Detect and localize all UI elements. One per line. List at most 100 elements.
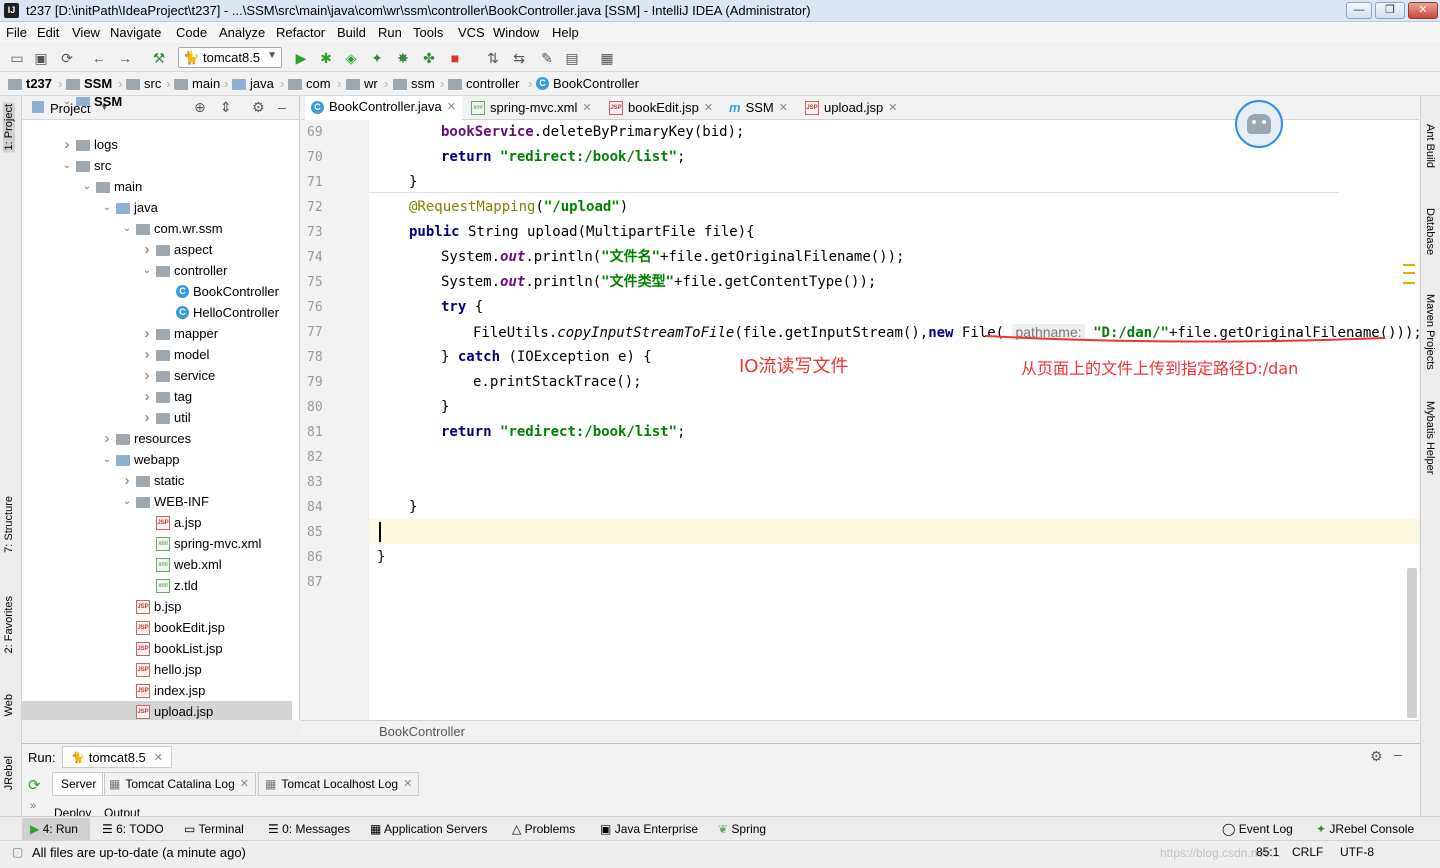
back-icon[interactable]: ←	[90, 49, 108, 67]
crumb-main[interactable]: main	[174, 76, 220, 91]
crumb-com[interactable]: com	[288, 76, 331, 91]
crumb-t237[interactable]: t237	[8, 76, 52, 91]
favorites-tool-tab[interactable]: 2: Favorites	[3, 596, 15, 653]
chevron-down-icon[interactable]: ⌄	[102, 449, 112, 470]
tree-item-webapp[interactable]: ⌄ webapp	[102, 449, 180, 470]
chevron-right-icon[interactable]: ›	[142, 323, 152, 344]
tool-spring[interactable]: ❦ Spring	[718, 822, 766, 836]
warning-marker[interactable]	[1403, 264, 1415, 266]
code-line[interactable]: System.out.println("文件名"+file.getOrigina…	[441, 245, 904, 270]
line-separator[interactable]: CRLF	[1292, 845, 1323, 859]
tab-localhost-log[interactable]: ▦ Tomcat Localhost Log ✕	[258, 772, 420, 796]
tree-item-bookedit-jsp[interactable]: JSP bookEdit.jsp	[122, 617, 225, 638]
tree-item-tag[interactable]: › tag	[142, 386, 193, 407]
crumb-java[interactable]: java	[232, 76, 274, 91]
tree-item-mapper[interactable]: › mapper	[142, 323, 219, 344]
code-line[interactable]: return "redirect:/book/list";	[441, 145, 685, 170]
code-line[interactable]: bookService.deleteByPrimaryKey(bid);	[441, 120, 744, 145]
gear-icon[interactable]: ⚙	[252, 99, 265, 116]
code-line[interactable]: }	[377, 545, 385, 570]
chevron-right-icon[interactable]: ›	[142, 407, 152, 428]
expand-icon[interactable]: »	[30, 800, 36, 812]
editor-scrollbar[interactable]	[1407, 568, 1417, 718]
coverage-icon[interactable]: ◈	[342, 49, 360, 67]
menu-vcs[interactable]: VCS	[458, 25, 485, 40]
tool-jrebel-console[interactable]: ✦ JRebel Console	[1316, 822, 1414, 836]
mybatis-helper-tool-tab[interactable]: Mybatis Helper	[1424, 401, 1436, 474]
code-line[interactable]: } catch (IOException e) {	[441, 345, 652, 370]
menu-navigate[interactable]: Navigate	[110, 25, 161, 40]
tree-item-index-jsp[interactable]: JSP index.jsp	[122, 680, 205, 701]
code-line[interactable]: System.out.println("文件类型"+file.getConten…	[441, 270, 876, 295]
tree-item-util[interactable]: › util	[142, 407, 191, 428]
tab-server[interactable]: Server	[52, 772, 106, 796]
build-hammer-icon[interactable]: ⚒	[150, 49, 168, 67]
tool-run[interactable]: ▶ 4: Run	[30, 822, 78, 836]
close-tab-icon[interactable]: ✕	[447, 95, 456, 119]
tree-item-a-jsp[interactable]: JSP a.jsp	[142, 512, 201, 533]
gear-icon[interactable]: ⚙	[1370, 748, 1383, 765]
code-line[interactable]: }	[409, 495, 417, 520]
tool-java-enterprise[interactable]: ▣ Java Enterprise	[600, 822, 698, 836]
chevron-right-icon[interactable]: ›	[142, 365, 152, 386]
settings-wrench-icon[interactable]: ✎	[538, 49, 556, 67]
close-tab-icon[interactable]: ✕	[582, 96, 591, 120]
code-line[interactable]: e.printStackTrace();	[473, 370, 642, 395]
close-tab-icon[interactable]: ✕	[403, 773, 412, 795]
tree-item-z-tld[interactable]: xml z.tld	[142, 575, 198, 596]
chevron-down-icon[interactable]: ⌄	[122, 218, 132, 239]
code-line[interactable]: }	[441, 395, 449, 420]
tool-event-log[interactable]: ◯ Event Log	[1222, 822, 1293, 836]
code-line[interactable]: try {	[441, 295, 483, 320]
crumb-ssm-pkg[interactable]: ssm	[393, 76, 435, 91]
menu-refactor[interactable]: Refactor	[276, 25, 325, 40]
close-button[interactable]: ✕	[1408, 2, 1438, 19]
tree-item-resources[interactable]: › resources	[102, 428, 192, 449]
tree-item-controller[interactable]: ⌄ controller	[142, 260, 228, 281]
chevron-right-icon[interactable]: ›	[142, 239, 152, 260]
avatar[interactable]	[1235, 100, 1283, 148]
tree-item-static[interactable]: › static	[122, 470, 185, 491]
tab-bookedit[interactable]: JSP bookEdit.jsp ✕	[603, 96, 719, 120]
chevron-right-icon[interactable]: ›	[102, 428, 112, 449]
hide-icon[interactable]: –	[278, 99, 286, 115]
tree-item-main[interactable]: ⌄ main	[82, 176, 142, 197]
menu-window[interactable]: Window	[493, 25, 539, 40]
menu-file[interactable]: File	[6, 25, 27, 40]
tree-item-ssm[interactable]: ⌄ SSM	[62, 96, 122, 106]
update-icon[interactable]: ✤	[420, 49, 438, 67]
tree-item-model[interactable]: › model	[142, 344, 210, 365]
tab-bookcontroller[interactable]: C BookController.java ✕	[305, 96, 462, 120]
tree-item-b-jsp[interactable]: JSP b.jsp	[122, 596, 181, 617]
jrebel-run-icon[interactable]: ✦	[368, 49, 386, 67]
tree-item-service[interactable]: › service	[142, 365, 216, 386]
warning-marker[interactable]	[1403, 272, 1415, 274]
tree-item-upload-jsp[interactable]: JSP upload.jsp	[22, 701, 292, 720]
status-icon[interactable]: ▢	[12, 845, 23, 859]
tree-item-hello-jsp[interactable]: JSP hello.jsp	[122, 659, 202, 680]
menu-edit[interactable]: Edit	[37, 25, 59, 40]
hide-icon[interactable]: –	[1394, 746, 1402, 762]
tree-item-booklist-jsp[interactable]: JSP bookList.jsp	[122, 638, 223, 659]
caret-position[interactable]: 85:1	[1256, 845, 1279, 859]
tool-problems[interactable]: △ Problems	[512, 822, 575, 836]
chevron-down-icon[interactable]: ⌄	[62, 96, 72, 106]
tab-ssm[interactable]: m SSM ✕	[723, 96, 794, 120]
close-tab-icon[interactable]: ✕	[240, 773, 249, 795]
tree-item-web-xml[interactable]: xml web.xml	[142, 554, 222, 575]
close-tab-icon[interactable]: ✕	[888, 96, 897, 120]
chevron-right-icon[interactable]: ›	[122, 470, 132, 491]
database-tool-tab[interactable]: Database	[1424, 208, 1436, 255]
tool-messages[interactable]: ☰ 0: Messages	[268, 822, 350, 836]
file-encoding[interactable]: UTF-8	[1340, 845, 1374, 859]
open-folder-icon[interactable]: ▭	[8, 49, 26, 67]
maven-projects-tool-tab[interactable]: Maven Projects	[1424, 294, 1436, 370]
close-tab-icon[interactable]: ✕	[704, 96, 713, 120]
menu-build[interactable]: Build	[337, 25, 366, 40]
collapse-icon[interactable]: ⇕	[220, 99, 232, 116]
tree-item-com-wr-ssm[interactable]: ⌄ com.wr.ssm	[122, 218, 223, 239]
tree-item-bookcontroller[interactable]: C BookController	[162, 281, 279, 302]
jrebel-tool-tab[interactable]: JRebel	[3, 756, 15, 790]
code-line[interactable]: public String upload(MultipartFile file)…	[409, 220, 755, 245]
tool-app-servers[interactable]: ▦ Application Servers	[370, 822, 487, 836]
